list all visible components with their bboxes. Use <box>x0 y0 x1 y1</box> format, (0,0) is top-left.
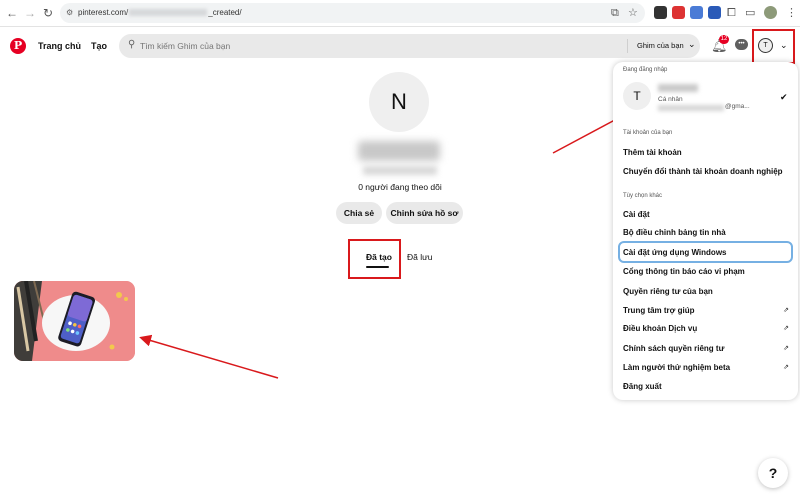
search-bar[interactable]: ⚲ Tìm kiếm Ghim của bạn Ghim của bạn ⌄ <box>119 34 700 58</box>
more-options-section-label: Tùy chọn khác <box>623 193 663 199</box>
pin-image <box>14 281 135 361</box>
notification-badge: 12 <box>719 35 729 44</box>
help-center-item[interactable]: Trung tâm trợ giúp <box>623 306 694 315</box>
extensions-puzzle-icon[interactable]: ⧠ <box>727 5 736 21</box>
chevron-down-icon[interactable]: ⌄ <box>688 39 696 50</box>
your-accounts-section-label: Tài khoản của bạn <box>623 130 673 136</box>
address-bar[interactable]: ⚙ pinterest.com/ _created/ <box>60 3 645 23</box>
browser-toolbar: ← → ↻ ⚙ pinterest.com/_created/ ⧉ ☆ ⧠ ▭ … <box>0 0 800 27</box>
account-name-redacted <box>658 84 698 92</box>
share-button[interactable]: Chia sẻ <box>336 202 382 224</box>
external-link-icon: ⇗ <box>783 364 789 371</box>
external-link-icon: ⇗ <box>783 345 789 352</box>
bookmark-star-icon[interactable]: ☆ <box>628 5 638 21</box>
profile-avatar: N <box>369 72 429 132</box>
messages-icon[interactable]: ••• <box>735 39 748 50</box>
help-button[interactable]: ? <box>758 458 788 488</box>
search-input[interactable]: Tìm kiếm Ghim của bạn <box>140 41 230 51</box>
url-redacted <box>129 9 208 17</box>
url-prefix: pinterest.com/ <box>78 8 129 17</box>
current-account-avatar[interactable]: T <box>623 82 651 110</box>
external-link-icon: ⇗ <box>783 325 789 332</box>
pinterest-logo[interactable]: P <box>10 38 26 54</box>
beta-tester-item[interactable]: Làm người thử nghiệm beta <box>623 363 730 372</box>
install-app-icon[interactable]: ⧉ <box>611 5 619 21</box>
annotation-box <box>752 29 795 64</box>
annotation-box <box>348 239 401 279</box>
profile-handle-redacted <box>363 166 437 175</box>
edit-profile-button[interactable]: Chỉnh sửa hồ sơ <box>386 202 463 224</box>
url-suffix: _created/ <box>208 8 242 17</box>
extension-icon[interactable] <box>672 6 685 19</box>
external-link-icon: ⇗ <box>783 307 789 314</box>
extension-icon[interactable] <box>654 6 667 19</box>
pin-card[interactable] <box>14 281 135 361</box>
reload-icon[interactable]: ↻ <box>40 5 56 21</box>
checkmark-icon: ✔ <box>780 92 788 102</box>
browser-menu-icon[interactable]: ⋮ <box>786 5 797 21</box>
logout-item[interactable]: Đăng xuất <box>623 382 662 391</box>
back-icon[interactable]: ← <box>4 5 20 21</box>
privacy-policy-item[interactable]: Chính sách quyền riêng tư <box>623 344 724 353</box>
account-dropdown-menu: Đang đăng nhập T Cá nhân @gma... ✔ Tài k… <box>613 62 798 400</box>
profile-name-redacted <box>358 141 440 161</box>
settings-item[interactable]: Cài đặt <box>623 210 650 219</box>
tab-saved[interactable]: Đã lưu <box>407 252 433 262</box>
tab-search-icon[interactable]: ▭ <box>745 5 755 21</box>
site-info-icon[interactable]: ⚙ <box>66 3 73 23</box>
nav-home[interactable]: Trang chủ <box>38 41 81 51</box>
add-account-item[interactable]: Thêm tài khoản <box>623 148 682 157</box>
search-scope-select[interactable]: Ghim của bạn <box>637 41 684 50</box>
convert-business-item[interactable]: Chuyển đổi thành tài khoản doanh nghiệp <box>623 167 783 176</box>
terms-of-service-item[interactable]: Điều khoản Dịch vụ <box>623 324 697 333</box>
extension-icon[interactable] <box>690 6 703 19</box>
forward-icon[interactable]: → <box>22 5 38 21</box>
home-feed-tuner-item[interactable]: Bộ điều chỉnh bảng tin nhà <box>623 228 726 237</box>
account-type: Cá nhân <box>658 96 683 103</box>
search-icon: ⚲ <box>128 39 136 50</box>
privacy-item[interactable]: Quyền riêng tư của bạn <box>623 287 713 296</box>
windows-app-settings-item[interactable]: Cài đặt ứng dụng Windows <box>623 248 727 257</box>
logged-in-section-label: Đang đăng nhập <box>623 67 668 73</box>
search-divider <box>627 39 628 53</box>
account-email-tail: @gma... <box>725 103 750 110</box>
extension-icon[interactable] <box>708 6 721 19</box>
account-email-redacted <box>658 105 724 111</box>
report-portal-item[interactable]: Cổng thông tin báo cáo vi phạm <box>623 267 745 276</box>
nav-create[interactable]: Tạo <box>91 41 107 51</box>
browser-profile-avatar[interactable] <box>764 6 777 19</box>
